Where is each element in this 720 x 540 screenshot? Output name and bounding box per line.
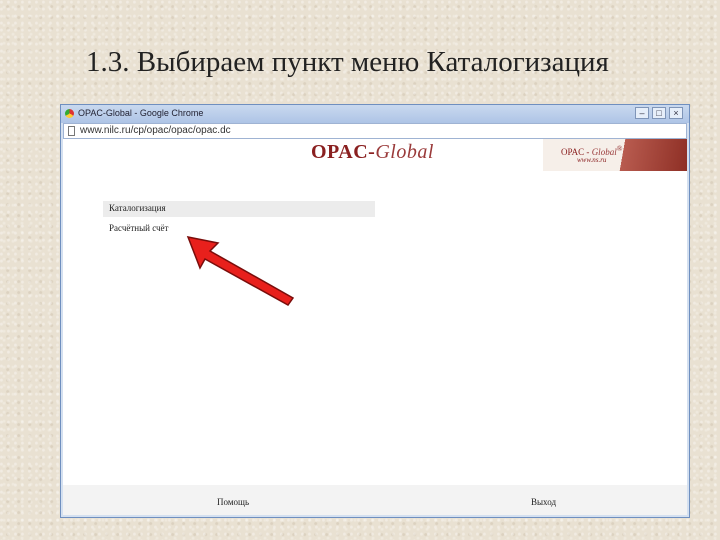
minimize-button[interactable]: –: [635, 107, 649, 119]
address-bar[interactable]: www.nilc.ru/cp/opac/opac/opac.dc: [63, 123, 687, 139]
window-title: OPAC-Global - Google Chrome: [78, 108, 204, 118]
browser-window: OPAC-Global - Google Chrome – □ × www.ni…: [60, 104, 690, 518]
address-url[interactable]: www.nilc.ru/cp/opac/opac/opac.dc: [80, 125, 231, 136]
opac-logo: OPAC-Global: [311, 141, 434, 164]
logo-italic: Global: [375, 141, 434, 163]
menu-item-cataloging[interactable]: Каталогизация: [103, 201, 375, 217]
brand-mark: ®: [616, 144, 623, 153]
help-link[interactable]: Помощь: [217, 497, 249, 507]
window-titlebar[interactable]: OPAC-Global - Google Chrome – □ ×: [61, 105, 689, 123]
banner-right-panel: OPAC - Global® www.ns.ru: [543, 139, 687, 171]
page-footer: Помощь Выход: [63, 485, 687, 515]
page-icon: [68, 126, 75, 136]
banner-site: www.ns.ru: [577, 156, 607, 164]
opac-banner: OPAC-Global OPAC - Global® www.ns.ru: [63, 139, 687, 171]
chrome-icon: [65, 109, 74, 118]
maximize-button[interactable]: □: [652, 107, 666, 119]
exit-link[interactable]: Выход: [531, 497, 556, 507]
slide-title: 1.3. Выбираем пункт меню Каталогизация: [86, 46, 609, 78]
logo-main: OPAC-: [311, 141, 376, 163]
close-button[interactable]: ×: [669, 107, 683, 119]
menu-item-label: Каталогизация: [109, 203, 166, 213]
page-viewport: OPAC-Global OPAC - Global® www.ns.ru Кат…: [63, 139, 687, 515]
menu-item-account[interactable]: Расчётный счёт: [109, 223, 168, 233]
